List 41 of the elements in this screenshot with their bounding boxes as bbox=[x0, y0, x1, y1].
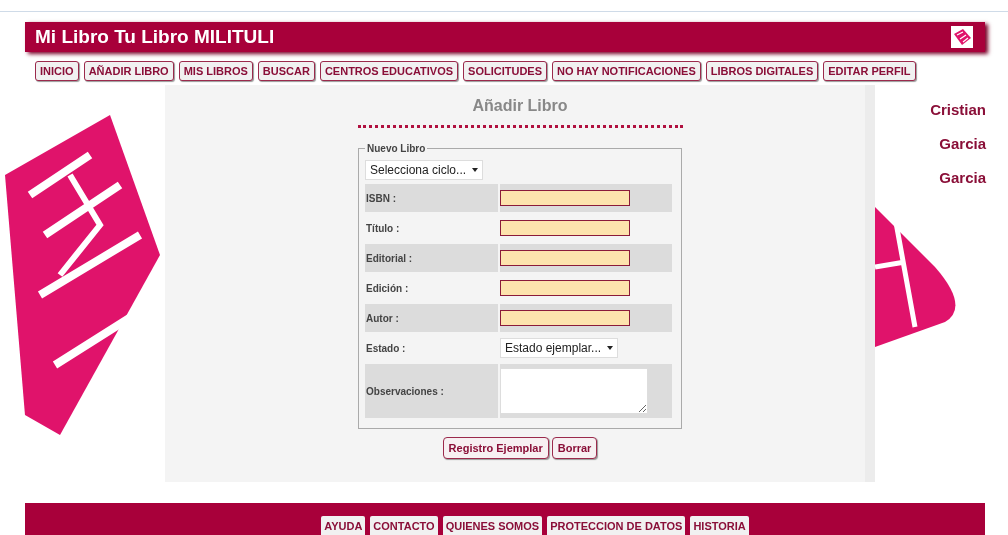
field-label: ISBN : bbox=[365, 184, 498, 212]
field-label: Editorial : bbox=[365, 244, 498, 272]
nav-button[interactable]: AÑADIR LIBRO bbox=[83, 61, 174, 81]
footer-link[interactable]: CONTACTO bbox=[370, 516, 438, 535]
footer-link[interactable]: PROTECCION DE DATOS bbox=[547, 516, 686, 535]
nav-button[interactable]: EDITAR PERFIL bbox=[823, 61, 916, 81]
input-field[interactable] bbox=[500, 310, 630, 326]
nav-button[interactable]: MIS LIBROS bbox=[178, 61, 253, 81]
user-name: Garcia bbox=[939, 169, 986, 186]
nav-button[interactable]: NO HAY NOTIFICACIONES bbox=[552, 61, 701, 81]
user-name: Cristian bbox=[930, 101, 986, 118]
nav-button[interactable]: LIBROS DIGITALES bbox=[705, 61, 819, 81]
nav-button[interactable]: SOLICITUDES bbox=[463, 61, 547, 81]
footer-link[interactable]: HISTORIA bbox=[690, 516, 749, 535]
input-field[interactable] bbox=[500, 220, 630, 236]
scrollbar[interactable] bbox=[865, 85, 875, 482]
page-title: Añadir Libro bbox=[472, 97, 568, 115]
field-label: Título : bbox=[365, 221, 401, 236]
field-label: Observaciones : bbox=[365, 364, 498, 418]
nav-button[interactable]: INICIO bbox=[35, 61, 79, 81]
field-label: Edición : bbox=[365, 281, 410, 296]
book-logo-icon bbox=[951, 26, 973, 48]
caret-icon bbox=[607, 346, 614, 350]
footer-link[interactable]: QUIENES SOMOS bbox=[442, 516, 543, 535]
nav-button[interactable]: CENTROS EDUCATIVOS bbox=[319, 61, 459, 81]
input-field[interactable] bbox=[500, 190, 630, 206]
input-field[interactable] bbox=[500, 280, 630, 296]
cycle-dropdown[interactable]: Selecciona ciclo... bbox=[365, 160, 484, 180]
notes-field[interactable] bbox=[500, 368, 648, 414]
site-title: Mi Libro Tu Libro MILITULI bbox=[35, 26, 275, 48]
form-button[interactable]: Registro Ejemplar bbox=[442, 437, 549, 459]
user-name: Garcia bbox=[939, 135, 986, 152]
footer-link[interactable]: AYUDA bbox=[321, 516, 366, 535]
input-field[interactable] bbox=[500, 250, 630, 266]
form-button[interactable]: Borrar bbox=[551, 437, 598, 459]
field-label: Estado : bbox=[365, 341, 407, 356]
status-dropdown[interactable]: Estado ejemplar... bbox=[500, 338, 619, 358]
field-label: Autor : bbox=[365, 304, 498, 332]
form-legend: Nuevo Libro bbox=[365, 143, 428, 154]
caret-icon bbox=[472, 168, 479, 172]
nav-button[interactable]: BUSCAR bbox=[257, 61, 315, 81]
